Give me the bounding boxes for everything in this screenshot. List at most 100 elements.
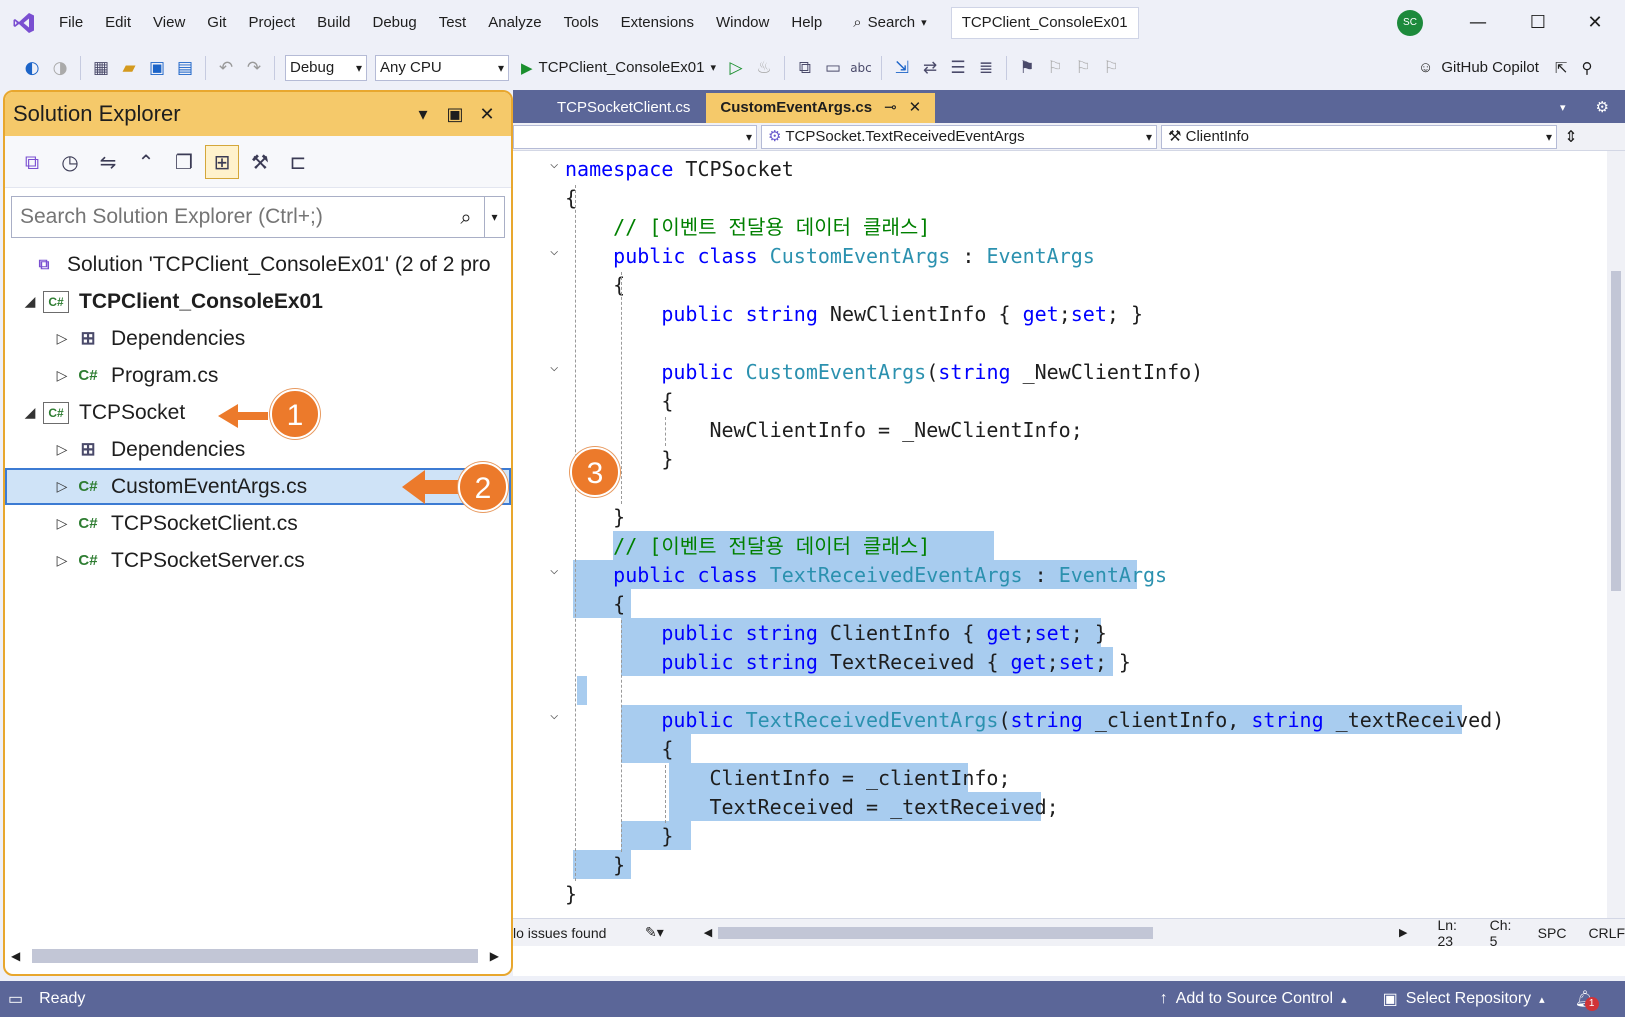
tab-tcpsocketclient[interactable]: TCPSocketClient.cs xyxy=(543,93,704,123)
code-line[interactable]: // [이벤트 전달용 데이터 클래스] xyxy=(513,531,1613,560)
maximize-button[interactable]: ☐ xyxy=(1508,0,1568,45)
sync-icon[interactable]: ⇋ xyxy=(91,145,125,179)
code-line[interactable]: ⌵ namespace TCPSocket xyxy=(513,154,1613,183)
scroll-left-icon[interactable]: ◀ xyxy=(11,949,20,963)
menu-build[interactable]: Build xyxy=(306,0,361,45)
menu-view[interactable]: View xyxy=(142,0,196,45)
code-line[interactable]: } xyxy=(513,821,1613,850)
clear-bookmarks-icon[interactable]: ⚐ xyxy=(1097,54,1125,82)
menu-file[interactable]: File xyxy=(48,0,94,45)
code-line[interactable]: ⌵ public class CustomEventArgs : EventArg… xyxy=(513,241,1613,270)
dropdown-icon[interactable]: ▾ xyxy=(407,104,439,125)
menu-window[interactable]: Window xyxy=(705,0,780,45)
redo-icon[interactable]: ↷ xyxy=(240,54,268,82)
scroll-right-icon[interactable]: ▶ xyxy=(1399,926,1407,939)
save-icon[interactable]: ▣ xyxy=(143,54,171,82)
code-line[interactable]: } xyxy=(513,879,1613,908)
forward-icon[interactable]: ◑ xyxy=(46,54,74,82)
platform-select[interactable]: Any CPU xyxy=(375,54,509,81)
expanded-arrow-icon[interactable]: ◢ xyxy=(21,404,39,421)
menu-help[interactable]: Help xyxy=(780,0,833,45)
search-icon[interactable]: ⌕ xyxy=(448,205,484,229)
add-source-control-button[interactable]: ↑ Add to Source Control ▴ xyxy=(1160,990,1347,1008)
collapsed-arrow-icon[interactable]: ▷ xyxy=(53,552,71,569)
tab-customeventargs[interactable]: CustomEventArgs.cs ⊸ ✕ xyxy=(706,93,936,123)
avatar[interactable]: SC xyxy=(1397,10,1423,36)
editor-hscroll-thumb[interactable] xyxy=(718,926,1153,939)
project-nav-select[interactable] xyxy=(513,124,757,149)
tree-item-solution[interactable]: ⧉ Solution 'TCPClient_ConsoleEx01' (2 of… xyxy=(5,246,511,283)
share-icon[interactable]: ⇱ xyxy=(1555,59,1568,77)
notifications-button[interactable]: 🔔︎ 1 xyxy=(1575,989,1599,1011)
compare-icon[interactable]: ⇄ xyxy=(916,54,944,82)
close-window-button[interactable]: ✕ xyxy=(1565,0,1625,45)
settings-gear-icon[interactable]: ⚙ xyxy=(1582,93,1623,123)
start-debugging-button[interactable]: ▶ TCPClient_ConsoleEx01 ▾ xyxy=(521,59,716,77)
back-icon[interactable]: ◐ xyxy=(18,54,46,82)
code-line[interactable]: { xyxy=(513,589,1613,618)
close-tab-icon[interactable]: ✕ xyxy=(909,93,922,123)
code-line[interactable]: ⌵ public class TextReceivedEventArgs : Ev… xyxy=(513,560,1613,589)
code-line[interactable]: ⌵ public CustomEventArgs(string _NewClien… xyxy=(513,357,1613,386)
select-repository-button[interactable]: ▣ Select Repository ▴ xyxy=(1383,989,1545,1009)
menu-project[interactable]: Project xyxy=(237,0,306,45)
pending-changes-icon[interactable]: ◷ xyxy=(53,145,87,179)
tree-item-tcpsocketclient[interactable]: ▷ C# TCPSocketClient.cs xyxy=(5,505,511,542)
split-editor-icon[interactable]: ⇕ xyxy=(1561,127,1581,146)
code-line[interactable]: public string NewClientInfo { get;set; } xyxy=(513,299,1613,328)
scroll-left-icon[interactable]: ◀ xyxy=(704,926,712,939)
uncomment-icon[interactable]: ≣ xyxy=(972,54,1000,82)
code-line[interactable] xyxy=(513,328,1613,357)
new-project-icon[interactable]: ▦ xyxy=(87,54,115,82)
feedback-icon[interactable]: ⚲ xyxy=(1581,59,1592,77)
indent-mode[interactable]: SPC xyxy=(1538,925,1567,941)
code-line[interactable]: TextReceived = _textReceived; xyxy=(513,792,1613,821)
prev-bookmark-icon[interactable]: ⚐ xyxy=(1041,54,1069,82)
minimize-button[interactable]: — xyxy=(1448,0,1508,45)
filter-icon[interactable]: ⊞ xyxy=(205,144,239,179)
expanded-arrow-icon[interactable]: ◢ xyxy=(21,293,39,310)
global-search[interactable]: ⌕ Search ▾ xyxy=(843,14,936,31)
tree-item-tcpsocketserver[interactable]: ▷ C# TCPSocketServer.cs xyxy=(5,542,511,579)
search-options-icon[interactable]: ▾ xyxy=(484,197,504,237)
comment-icon[interactable]: ☰ xyxy=(944,54,972,82)
menu-analyze[interactable]: Analyze xyxy=(477,0,552,45)
properties-icon[interactable]: ⚒ xyxy=(243,145,277,179)
collapsed-arrow-icon[interactable]: ▷ xyxy=(53,515,71,532)
next-bookmark-icon[interactable]: ⚐ xyxy=(1069,54,1097,82)
line-ending[interactable]: CRLF xyxy=(1588,925,1625,941)
code-line[interactable]: } xyxy=(513,502,1613,531)
menu-test[interactable]: Test xyxy=(428,0,478,45)
menu-extensions[interactable]: Extensions xyxy=(610,0,705,45)
line-number[interactable]: Ln: 23 xyxy=(1437,917,1467,949)
tree-item-dependencies[interactable]: ▷ ⊞ Dependencies xyxy=(5,431,511,468)
tree-item-project-client[interactable]: ◢ C# TCPClient_ConsoleEx01 xyxy=(5,283,511,320)
code-editor[interactable]: ⌵ namespace TCPSocket { // [이벤트 전달용 데이터 클래스… xyxy=(513,154,1613,1002)
maximize-panel-icon[interactable]: ▣ xyxy=(439,104,471,125)
code-line[interactable] xyxy=(513,676,1613,705)
code-line[interactable]: { xyxy=(513,270,1613,299)
configuration-select[interactable]: Debug xyxy=(285,54,367,81)
scroll-right-icon[interactable]: ▶ xyxy=(490,949,499,963)
horizontal-scrollbar[interactable]: ◀ ▶ xyxy=(11,946,499,966)
show-all-files-icon[interactable]: ❐ xyxy=(167,145,201,179)
hot-reload-icon[interactable]: ♨ xyxy=(750,54,778,82)
column-number[interactable]: Ch: 5 xyxy=(1490,917,1516,949)
preview-icon[interactable]: ⊏ xyxy=(281,145,315,179)
editor-vertical-scrollbar[interactable] xyxy=(1607,151,1625,921)
fold-toggle-icon[interactable]: ⌵ xyxy=(550,359,558,375)
fold-toggle-icon[interactable]: ⌵ xyxy=(550,707,558,723)
close-panel-icon[interactable]: ✕ xyxy=(471,104,503,125)
bookmark-icon[interactable]: ⚑ xyxy=(1013,54,1041,82)
menu-git[interactable]: Git xyxy=(196,0,237,45)
code-line[interactable]: public string ClientInfo { get;set; } xyxy=(513,618,1613,647)
select-element-icon[interactable]: ⇲ xyxy=(888,54,916,82)
fold-toggle-icon[interactable]: ⌵ xyxy=(550,243,558,259)
switch-views-icon[interactable]: ⧉ xyxy=(15,145,49,179)
code-cleanup-icon[interactable]: ✎▾ xyxy=(645,924,684,941)
fold-toggle-icon[interactable]: ⌵ xyxy=(550,562,558,578)
solution-search-input[interactable] xyxy=(12,205,448,229)
scrollbar-thumb[interactable] xyxy=(1611,271,1621,591)
collapsed-arrow-icon[interactable]: ▷ xyxy=(53,478,71,495)
code-line[interactable]: } xyxy=(513,444,1613,473)
